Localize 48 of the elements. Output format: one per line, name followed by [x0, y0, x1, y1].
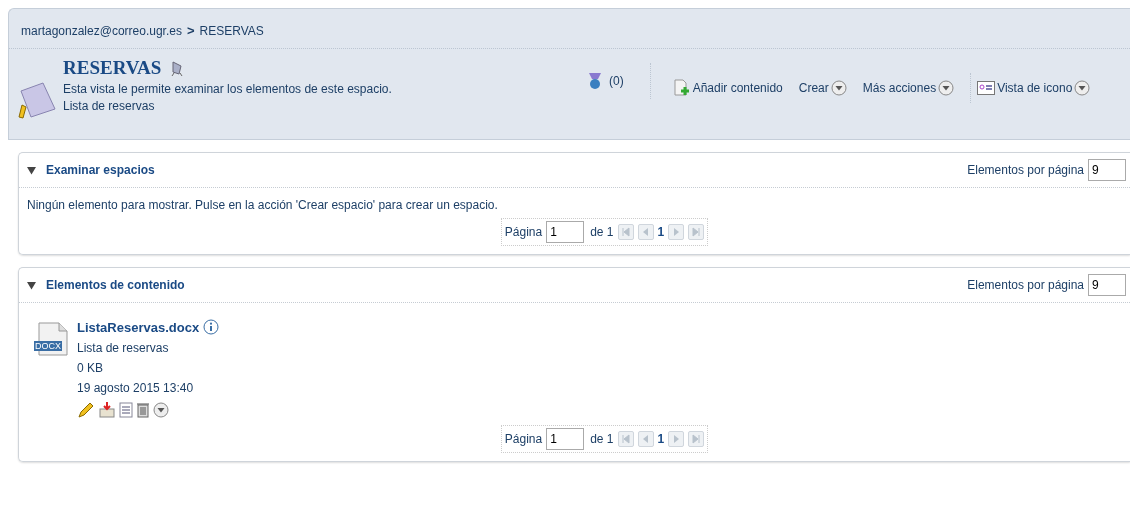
- space-description: Esta vista le permite examinar los elementos de este espacio.: [63, 82, 393, 96]
- caret-icon[interactable]: [153, 402, 169, 418]
- first-page-icon: [620, 434, 631, 444]
- first-page-icon: [620, 227, 631, 237]
- info-icon[interactable]: [203, 319, 220, 335]
- file-size: 0 KB: [77, 361, 104, 375]
- badge-count: (0): [609, 74, 624, 88]
- collapse-toggle-icon[interactable]: [27, 165, 36, 175]
- per-page-label: Elementos por página: [967, 163, 1084, 177]
- action-menu-button[interactable]: Más acciones: [862, 80, 955, 96]
- space-title: RESERVAS: [63, 57, 162, 79]
- trash-icon[interactable]: [136, 402, 150, 418]
- breadcrumb-link[interactable]: martagonzalez@correo.ugr.es: [21, 23, 182, 38]
- download-icon[interactable]: [98, 401, 116, 419]
- space-subtitle: Lista de reservas: [63, 99, 156, 113]
- last-page-icon: [691, 227, 702, 237]
- per-page-field[interactable]: 9: [1088, 274, 1126, 296]
- page-count: de 1: [590, 432, 614, 446]
- breadcrumb-link[interactable]: RESERVAS: [199, 23, 264, 38]
- breadcrumb-separator: >: [186, 23, 195, 38]
- page-label: Página: [504, 432, 543, 446]
- action-menu-button[interactable]: Añadir contenido: [672, 79, 783, 97]
- file-date: 19 agosto 2015 13:40: [77, 381, 195, 395]
- caret-icon[interactable]: [1074, 80, 1091, 96]
- file-link[interactable]: ListaReservas.docx: [77, 319, 220, 335]
- caret-icon[interactable]: [938, 80, 955, 96]
- page-field[interactable]: 1: [546, 221, 585, 243]
- pencil-icon[interactable]: [77, 401, 95, 419]
- page-label: Página: [504, 225, 543, 239]
- badge-icon[interactable]: [587, 72, 603, 90]
- view-list-icon: [977, 81, 996, 95]
- details-icon[interactable]: [119, 402, 133, 418]
- last-page-icon: [691, 434, 702, 444]
- current-page: 1: [657, 225, 665, 239]
- collapse-toggle-icon[interactable]: [27, 280, 36, 290]
- caret-icon[interactable]: [830, 80, 847, 96]
- per-page-field[interactable]: 9: [1088, 159, 1126, 181]
- add-document-icon: [672, 79, 691, 97]
- file-description: Lista de reservas: [77, 341, 170, 355]
- page-count: de 1: [590, 225, 614, 239]
- section-title: Examinar espacios: [46, 163, 156, 177]
- per-page-label: Elementos por página: [967, 278, 1084, 292]
- action-menu-button[interactable]: Vista de icono: [970, 73, 1091, 103]
- page-field[interactable]: 1: [546, 428, 585, 450]
- empty-message: Ningún elemento para mostrar. Pulse en la acción 'Crear espacio' para crear un espacio.: [27, 198, 498, 212]
- current-page: 1: [657, 432, 665, 446]
- section-title: Elementos de contenido: [46, 278, 186, 292]
- action-menu-button[interactable]: Crear: [798, 80, 847, 96]
